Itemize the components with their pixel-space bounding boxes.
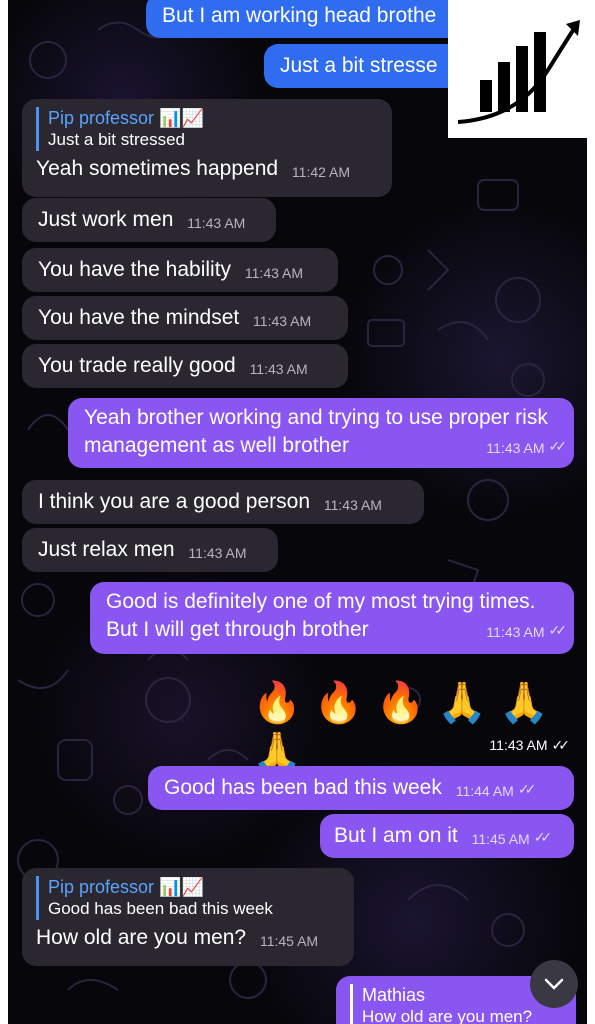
message-incoming[interactable]: Just relax men 11:43 AM — [22, 528, 278, 572]
message-time: 11:44 AM — [455, 783, 514, 799]
chat-background: But I am working head brothe Just a bit … — [8, 0, 587, 1024]
message-text: You trade really good — [38, 354, 236, 377]
message-time: 11:43 AM — [486, 624, 545, 640]
message-text: Just a bit stresse — [280, 54, 438, 77]
message-time: 11:42 AM — [291, 164, 351, 180]
message-time: 11:43 AM — [244, 265, 304, 281]
emoji-message[interactable]: 🔥🔥🔥🙏🙏🙏 — [252, 678, 587, 778]
logo — [448, 0, 595, 138]
read-checkmarks-icon: ✓✓ — [517, 781, 537, 797]
message-time: 11:45 AM — [259, 933, 319, 949]
reply-text: Good has been bad this week — [48, 899, 273, 918]
reply-text: Just a bit stressed — [48, 130, 186, 149]
message-incoming[interactable]: Pip professor 📊📈 Just a bit stressed Yea… — [22, 99, 392, 197]
chevron-down-icon — [544, 978, 564, 990]
message-time: 11:43 AM — [253, 313, 312, 329]
reply-quote[interactable]: Pip professor 📊📈 Just a bit stressed — [36, 107, 378, 151]
message-text: Just relax men — [38, 538, 175, 561]
reply-quote[interactable]: Pip professor 📊📈 Good has been bad this … — [36, 876, 340, 920]
message-time: 11:43 AM — [486, 440, 545, 456]
message-text: Good is definitely one of my most trying… — [106, 590, 536, 641]
message-outgoing[interactable]: But I am on it 11:45 AM ✓✓ — [320, 814, 574, 858]
reply-author: Pip professor 📊📈 — [48, 877, 204, 897]
message-text: Yeah sometimes happend — [36, 157, 279, 180]
message-time: 11:43 AM — [188, 545, 247, 561]
message-incoming[interactable]: You have the mindset 11:43 AM — [22, 296, 348, 340]
message-text: Good has been bad this week — [164, 776, 442, 799]
reply-author: Pip professor 📊📈 — [48, 108, 204, 128]
growth-chart-logo-icon — [457, 20, 580, 124]
message-time: 11:43 AM — [187, 215, 246, 231]
message-outgoing[interactable]: Just a bit stresse — [264, 44, 464, 88]
message-outgoing[interactable]: But I am working head brothe — [146, 0, 466, 38]
read-checkmarks-icon: ✓✓ — [548, 438, 568, 454]
message-time-row: 11:43 AM ✓✓ — [489, 737, 571, 754]
reply-text: How old are you men? — [362, 1007, 533, 1024]
message-incoming[interactable]: You trade really good 11:43 AM — [22, 344, 348, 388]
message-incoming[interactable]: You have the hability 11:43 AM — [22, 248, 338, 292]
message-text: But I am on it — [334, 824, 458, 847]
message-text: You have the hability — [38, 258, 232, 281]
message-text: Just work men — [38, 208, 174, 231]
message-outgoing[interactable]: Yeah brother working and trying to use p… — [68, 398, 574, 468]
read-checkmarks-icon: ✓✓ — [548, 622, 568, 638]
message-outgoing[interactable]: Good has been bad this week 11:44 AM ✓✓ — [148, 766, 574, 810]
message-time: 11:43 AM — [489, 737, 548, 753]
read-checkmarks-icon: ✓✓ — [533, 829, 553, 845]
message-text: I think you are a good person — [38, 490, 311, 513]
message-text: You have the mindset — [38, 306, 240, 329]
message-outgoing[interactable]: Good is definitely one of my most trying… — [90, 582, 574, 654]
message-incoming[interactable]: I think you are a good person 11:43 AM — [22, 480, 424, 524]
scroll-down-button[interactable] — [530, 960, 578, 1008]
message-text: How old are you men? — [36, 926, 247, 949]
message-text: But I am working head brothe — [162, 4, 437, 27]
message-incoming[interactable]: Pip professor 📊📈 Good has been bad this … — [22, 868, 354, 966]
message-time: 11:43 AM — [249, 361, 308, 377]
message-incoming[interactable]: Just work men 11:43 AM — [22, 198, 276, 242]
read-checkmarks-icon: ✓✓ — [551, 737, 571, 753]
message-time: 11:43 AM — [323, 497, 382, 513]
message-time: 11:45 AM — [471, 831, 530, 847]
